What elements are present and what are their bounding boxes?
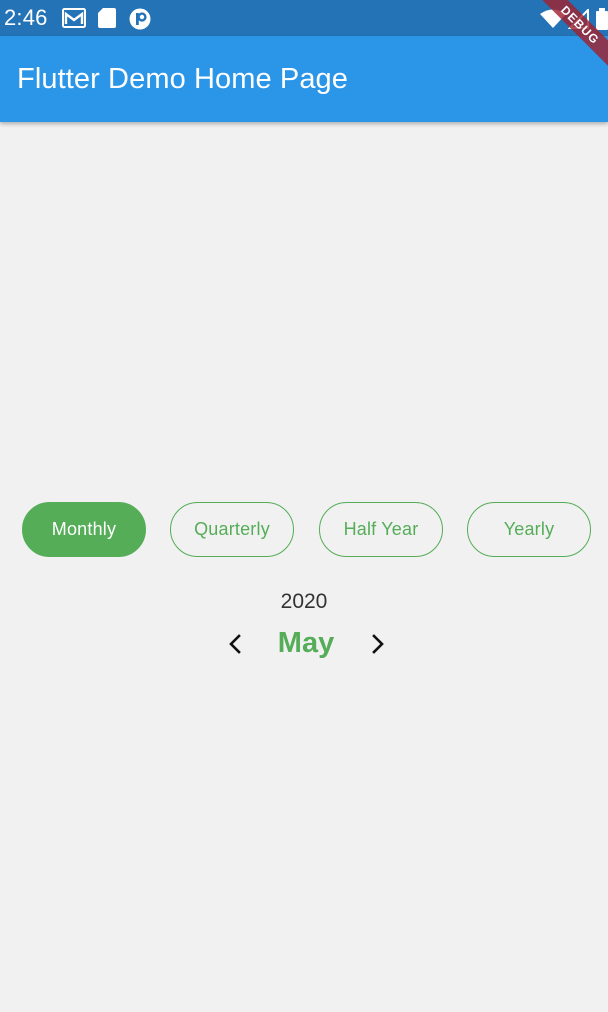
app-title: Flutter Demo Home Page [17,63,348,95]
period-button-quarterly[interactable]: Quarterly [170,502,294,557]
period-button-monthly[interactable]: Monthly [22,502,146,557]
status-bar: 2:46 [0,0,608,36]
app-bar: Flutter Demo Home Page [0,36,608,122]
debug-banner: DEBUG [518,0,608,90]
period-button-yearly[interactable]: Yearly [467,502,591,557]
sd-card-icon [98,8,116,28]
year-label: 2020 [280,590,328,613]
period-selector: Monthly Quarterly Half Year Yearly [22,502,591,557]
month-label: May [277,627,335,659]
sync-circle-icon [129,8,151,30]
month-navigator: May [0,622,608,666]
chevron-right-icon[interactable] [368,632,388,656]
status-time: 2:46 [4,5,48,30]
period-button-half-year[interactable]: Half Year [319,502,443,557]
debug-banner-label: DEBUG [531,0,608,74]
gmail-icon [62,8,86,28]
